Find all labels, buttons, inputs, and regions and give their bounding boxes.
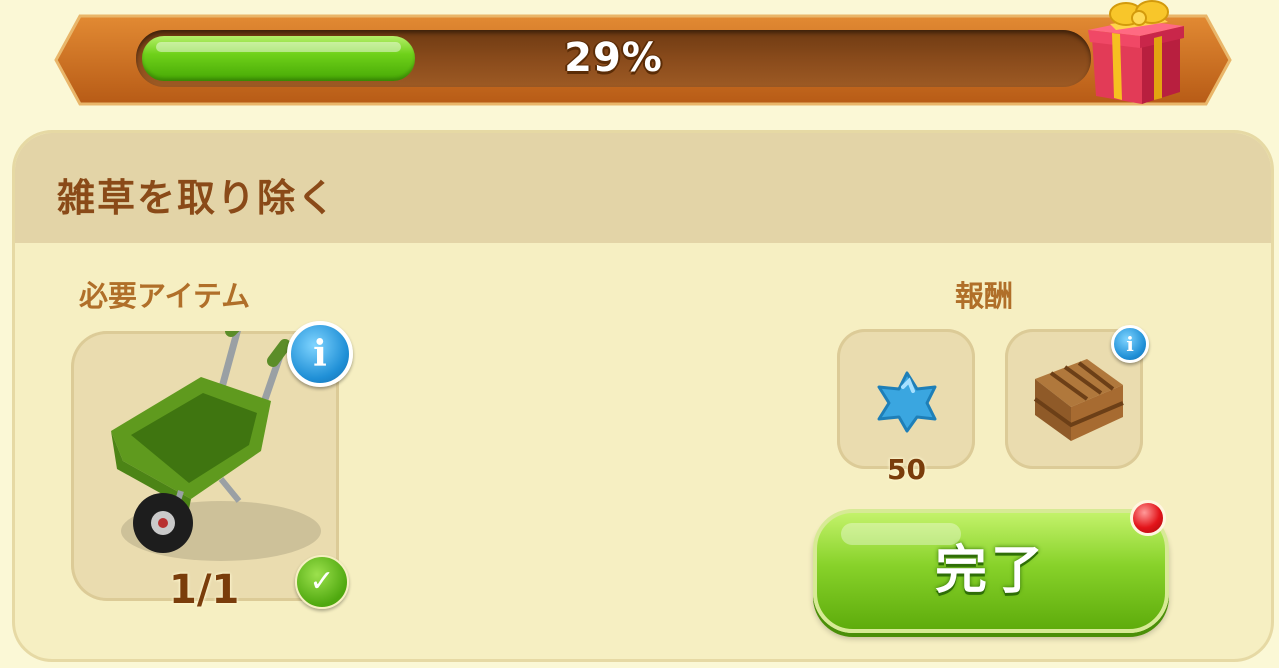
progress-percent: 29% — [564, 35, 663, 81]
reward-crate-info-icon[interactable]: i — [1111, 325, 1149, 363]
required-items-label: 必要アイテム — [79, 279, 251, 313]
reward-star-amount: 50 — [887, 453, 926, 486]
complete-button[interactable]: 完了 — [813, 509, 1169, 633]
task-panel: 雑草を取り除く 必要アイテム 報酬 i 1/1 ✓ 50 i 完了 — [12, 130, 1274, 662]
reward-slot-star[interactable] — [837, 329, 975, 469]
task-header: 雑草を取り除く — [15, 133, 1271, 243]
required-item-count: 1/1 — [169, 567, 240, 613]
check-icon: ✓ — [295, 555, 349, 609]
blue-star-icon — [877, 371, 937, 433]
rewards-label: 報酬 — [955, 279, 1014, 313]
notification-dot — [1130, 500, 1166, 536]
required-item-info-icon[interactable]: i — [287, 321, 353, 387]
progress-track: 29% — [136, 30, 1091, 87]
task-title: 雑草を取り除く — [57, 176, 338, 220]
gift-icon[interactable] — [1080, 0, 1190, 108]
